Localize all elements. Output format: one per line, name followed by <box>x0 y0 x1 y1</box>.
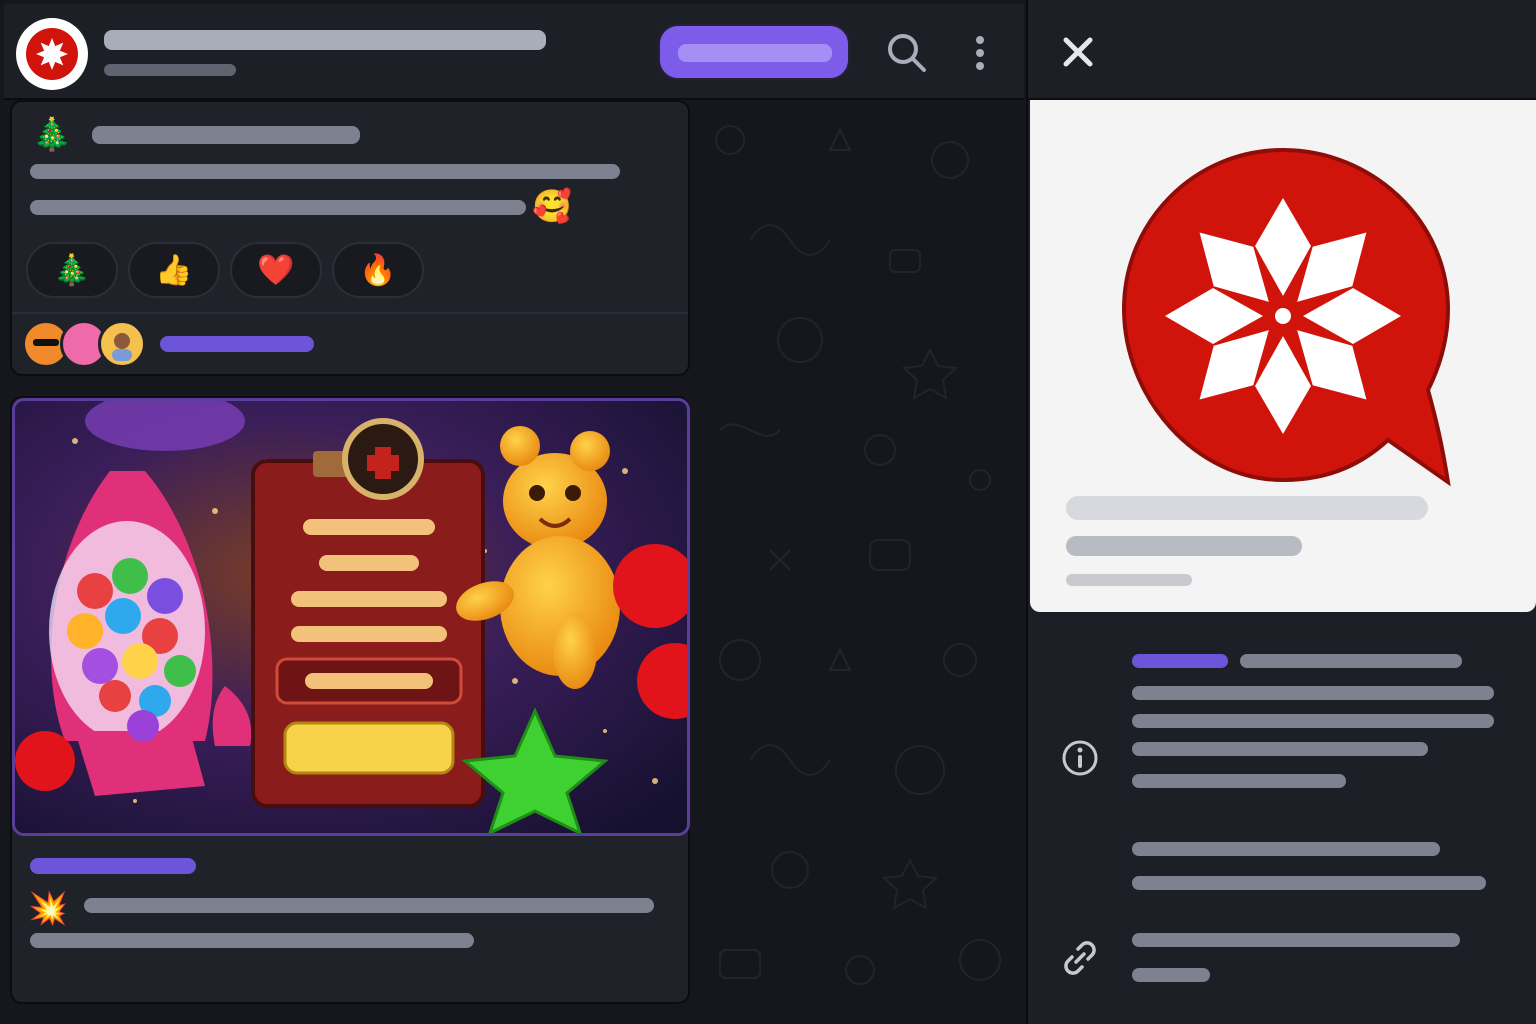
channel-profile-card <box>1030 100 1536 612</box>
channel-title <box>104 30 546 50</box>
more-vertical-icon[interactable] <box>956 28 1004 76</box>
reaction-heart[interactable]: ❤️ <box>230 242 322 298</box>
avatar <box>98 320 146 368</box>
join-button[interactable] <box>658 24 850 80</box>
game-artwork <box>15 401 687 833</box>
info-tag <box>1132 654 1228 668</box>
reaction-fire[interactable]: 🔥 <box>332 242 424 298</box>
link-caption <box>1132 968 1210 982</box>
info-line <box>1132 686 1494 700</box>
channel-logo-icon <box>26 28 78 80</box>
christmas-tree-icon: 🎄 <box>53 252 91 288</box>
message-line <box>30 164 620 179</box>
panel-header <box>1028 0 1536 100</box>
smiling-hearts-icon: 🥰 <box>532 187 572 225</box>
description-line <box>1132 842 1440 856</box>
game-promo-image[interactable] <box>12 398 690 836</box>
info-line <box>1132 774 1346 788</box>
message-line <box>30 200 526 215</box>
chat-header <box>4 4 1024 100</box>
search-icon[interactable] <box>882 28 930 76</box>
heart-icon: ❤️ <box>257 252 295 288</box>
channel-subtitle <box>104 64 236 76</box>
channel-members <box>1066 536 1302 556</box>
thumbs-up-icon: 👍 <box>155 252 193 288</box>
channel-logo-icon <box>1121 147 1451 487</box>
comments-link[interactable] <box>160 336 314 352</box>
link-icon <box>1064 941 1096 975</box>
christmas-tree-icon: 🎄 <box>32 115 72 153</box>
info-line <box>1132 714 1494 728</box>
invite-link[interactable] <box>1132 933 1460 947</box>
reaction-christmas-tree[interactable]: 🎄 <box>26 242 118 298</box>
message-line <box>30 933 474 948</box>
chat-area: 🎄 🥰 🎄 👍 ❤️ 🔥 💥 <box>0 0 1026 1024</box>
chat-background-pattern <box>715 125 1001 985</box>
reaction-thumbs-up[interactable]: 👍 <box>128 242 220 298</box>
info-line <box>1132 742 1428 756</box>
fire-icon: 🔥 <box>359 252 397 288</box>
explosion-icon: 💥 <box>28 889 68 927</box>
divider <box>12 312 688 314</box>
media-caption-tag <box>30 858 196 874</box>
message-line <box>84 898 654 913</box>
app-window: 🎄 🥰 🎄 👍 ❤️ 🔥 💥 <box>0 0 1536 1024</box>
info-line <box>1240 654 1462 668</box>
channel-info-panel <box>1026 0 1536 1024</box>
channel-name <box>1066 496 1428 520</box>
description-line <box>1132 876 1486 890</box>
info-icon <box>1062 740 1098 776</box>
join-button-label <box>678 44 832 62</box>
channel-avatar[interactable] <box>16 18 88 90</box>
close-icon[interactable] <box>1054 28 1102 76</box>
message-title <box>92 126 360 144</box>
channel-status <box>1066 574 1192 586</box>
